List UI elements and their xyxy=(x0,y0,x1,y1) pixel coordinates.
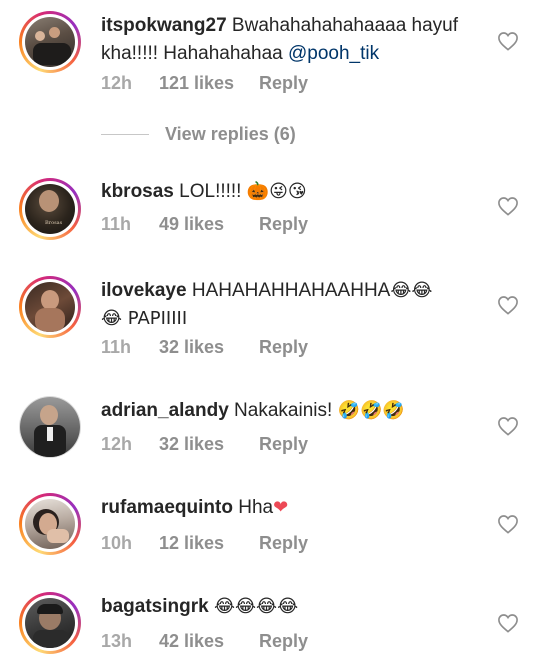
comment-time: 12h xyxy=(101,73,133,93)
view-replies-label: View replies (6) xyxy=(165,124,296,144)
reply-button[interactable]: Reply xyxy=(259,533,308,554)
comment-emoji: 🤣🤣🤣 xyxy=(337,400,405,421)
comment-meta: 12h 121 likes Reply xyxy=(101,73,308,94)
comment-meta: 11h 32 likes Reply xyxy=(101,337,308,358)
comment-time: 10h xyxy=(101,533,133,553)
comment-meta: 12h 32 likes Reply xyxy=(101,434,308,455)
heart-outline-icon[interactable] xyxy=(497,295,519,315)
avatar[interactable]: Brosas xyxy=(19,178,81,240)
avatar[interactable] xyxy=(19,396,81,458)
comment-time: 12h xyxy=(101,434,133,454)
comment-body: Nakakainis! xyxy=(228,400,338,421)
comment-text: itspokwang27 Bwahahahahahaaaa hayuf kha!… xyxy=(101,12,481,68)
comment-body: LOL!!!!! xyxy=(173,181,247,202)
heart-outline-icon[interactable] xyxy=(497,416,519,436)
comment-username[interactable]: bagatsingrk xyxy=(101,596,209,617)
comment-text: bagatsingrk 😂😂😂😂 xyxy=(101,593,481,621)
comment-text: kbrosas LOL!!!!! 🎃😜😘 xyxy=(101,178,481,206)
comment-likes[interactable]: 121 likes xyxy=(159,73,259,94)
heart-outline-icon[interactable] xyxy=(497,613,519,633)
comment-emoji: 😂😂 xyxy=(390,280,433,301)
view-replies-line xyxy=(101,134,149,135)
comment-body: Hha xyxy=(232,497,274,518)
comment-emoji: ❤ xyxy=(273,497,289,518)
avatar[interactable] xyxy=(19,276,81,338)
comment-text: ilovekaye HAHAHAHHAHAAHHA😂😂 😂 PAPIIIII xyxy=(101,277,481,333)
comment-mention[interactable]: @pooh_tik xyxy=(288,43,379,64)
heart-outline-icon[interactable] xyxy=(497,31,519,51)
comment-likes[interactable]: 12 likes xyxy=(159,533,259,554)
comment-time: 11h xyxy=(101,337,132,357)
comment-text: adrian_alandy Nakakainis! 🤣🤣🤣 xyxy=(101,397,481,425)
heart-outline-icon[interactable] xyxy=(497,196,519,216)
comment-time: 13h xyxy=(101,631,133,651)
avatar[interactable] xyxy=(19,493,81,555)
comment-likes[interactable]: 42 likes xyxy=(159,631,259,652)
comment-likes[interactable]: 32 likes xyxy=(159,337,259,358)
comment-time: 11h xyxy=(101,214,132,234)
comment-username[interactable]: adrian_alandy xyxy=(101,400,229,421)
comment-emoji: 😂😂😂😂 xyxy=(213,596,299,617)
comment-meta: 10h 12 likes Reply xyxy=(101,533,308,554)
comment-username[interactable]: rufamaequinto xyxy=(101,497,233,518)
comment-meta: 13h 42 likes Reply xyxy=(101,631,308,652)
reply-button[interactable]: Reply xyxy=(259,73,308,94)
avatar[interactable] xyxy=(19,592,81,654)
avatar[interactable] xyxy=(19,11,81,73)
comment-text: rufamaequinto Hha❤ xyxy=(101,494,481,522)
reply-button[interactable]: Reply xyxy=(259,214,308,235)
comment-username[interactable]: kbrosas xyxy=(101,181,174,202)
reply-button[interactable]: Reply xyxy=(259,631,308,652)
comment-meta: 11h 49 likes Reply xyxy=(101,214,308,235)
comment-emoji: 🎃😜😘 xyxy=(246,181,307,202)
comment-body-line2: 😂 PAPIIIII xyxy=(101,308,188,329)
comment-likes[interactable]: 49 likes xyxy=(159,214,259,235)
reply-button[interactable]: Reply xyxy=(259,337,308,358)
view-replies-button[interactable]: View replies (6) xyxy=(101,124,296,145)
comment-likes[interactable]: 32 likes xyxy=(159,434,259,455)
comment-username[interactable]: itspokwang27 xyxy=(101,15,227,36)
comment-username[interactable]: ilovekaye xyxy=(101,280,187,301)
comment-body: HAHAHAHHAHAAHHA xyxy=(186,280,391,301)
heart-outline-icon[interactable] xyxy=(497,514,519,534)
reply-button[interactable]: Reply xyxy=(259,434,308,455)
